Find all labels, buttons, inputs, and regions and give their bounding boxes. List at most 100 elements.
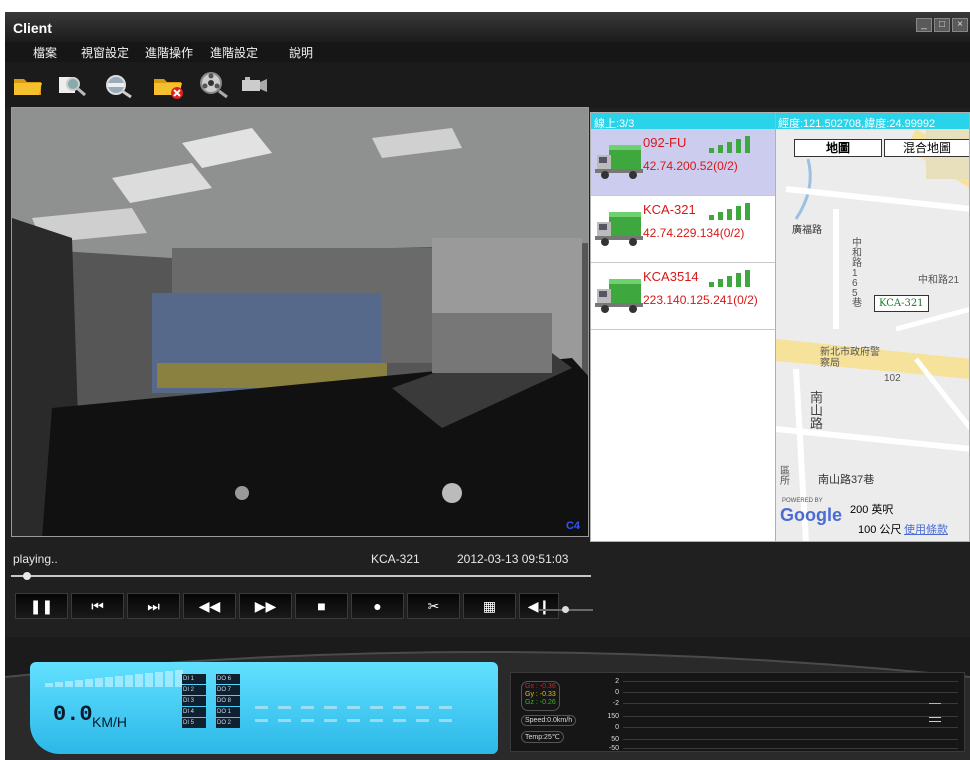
map-view[interactable]: 地圖 混合地圖 廣福路 中和路1 6 5 巷 中和路21 新北市政府警察局 10… [776, 129, 969, 541]
playback-status: playing.. KCA-321 2012-03-13 09:51:03 [11, 547, 591, 567]
lcd-dash-segment [278, 719, 291, 722]
seek-bar[interactable] [11, 571, 591, 581]
speed-bar-segment [105, 677, 113, 687]
video-view[interactable]: C4 [11, 107, 589, 537]
map-mode-button[interactable]: 地圖 [794, 139, 882, 157]
map-label-lane: 南山路37巷 [818, 474, 875, 486]
record-button[interactable]: ● [351, 593, 404, 619]
toolbar [5, 62, 970, 108]
map-scale-metric: 100 公尺 [858, 524, 902, 536]
graph-tick-label: 0 [615, 724, 619, 731]
online-count: 線上:3/3 [591, 113, 775, 130]
gsensor-readout: Gx : -0.36 Gy : -0.33 Gz : -0.26 [521, 681, 560, 711]
vehicle-name: KCA3514 [643, 269, 699, 284]
client-window: Client _ □ × 檔案 視窗設定 進階操作 進階設定 說明 C4 線上:… [5, 12, 970, 760]
lcd-dash-segment [370, 719, 383, 722]
menu-advanced-operations[interactable]: 進階操作 [145, 44, 193, 61]
graph-series-line [929, 717, 941, 718]
graph-grid-line [623, 692, 958, 693]
speed-value: 0.0 [53, 702, 93, 727]
window-title: Client [13, 20, 52, 36]
vehicle-row[interactable]: KCA-321 42.74.229.134(0/2) [591, 196, 775, 263]
close-folder-icon[interactable] [151, 69, 185, 99]
volume-handle[interactable] [562, 606, 569, 613]
speed-readout: Speed:0.0km/h [521, 715, 577, 726]
io-indicator: DI 2 [182, 685, 206, 695]
title-bar: Client _ □ × [5, 12, 970, 42]
vehicle-name: KCA-321 [643, 202, 696, 217]
seek-handle[interactable] [23, 572, 31, 580]
open-folder-icon[interactable] [11, 69, 45, 99]
truck-icon [595, 212, 643, 246]
speed-bar-segment [85, 679, 93, 687]
lcd-dash-segment [439, 719, 452, 722]
graph-grid-line [623, 727, 958, 728]
pause-button[interactable]: ❚❚ [15, 593, 68, 619]
map-label-route: 102 [884, 373, 901, 384]
speed-unit: KM/H [92, 714, 127, 730]
io-indicator: DI 1 [182, 674, 206, 684]
seek-track[interactable] [11, 575, 591, 577]
menu-help[interactable]: 說明 [289, 44, 313, 61]
search-vehicle-icon[interactable] [55, 69, 89, 99]
speed-bar-segment [135, 674, 143, 687]
vehicle-ip: 42.74.229.134(0/2) [643, 226, 745, 240]
next-button[interactable]: ⏭ [127, 593, 180, 619]
io-indicator: DO 7 [216, 685, 240, 695]
camera-icon[interactable] [237, 69, 271, 99]
camera-feed [12, 108, 588, 536]
vehicle-row[interactable]: KCA3514 223.140.125.241(0/2) [591, 263, 775, 330]
maximize-button[interactable]: □ [934, 18, 950, 32]
fast-forward-button[interactable]: ▶▶ [239, 593, 292, 619]
playback-vehicle: KCA-321 [371, 552, 420, 566]
stop-button[interactable]: ■ [295, 593, 348, 619]
lcd-dash-segment [393, 706, 406, 709]
previous-button[interactable]: ⏮ [71, 593, 124, 619]
minimize-button[interactable]: _ [916, 18, 932, 32]
video-search-icon[interactable] [197, 69, 231, 99]
layout-button[interactable]: ▦ [463, 593, 516, 619]
playback-timestamp: 2012-03-13 09:51:03 [457, 552, 569, 566]
close-button[interactable]: × [952, 18, 968, 32]
signal-strength-icon [709, 136, 750, 153]
rewind-button[interactable]: ◀◀ [183, 593, 236, 619]
map-terms-link[interactable]: 使用條款 [904, 521, 948, 537]
volume-icon[interactable]: ◀❙ [519, 593, 559, 619]
signal-strength-icon [709, 203, 750, 220]
lcd-dash-segment [393, 719, 406, 722]
vehicle-map-marker[interactable]: KCA-321 [874, 295, 929, 312]
lcd-dash-segment [301, 719, 314, 722]
speed-bar-segment [165, 671, 173, 687]
sensor-panel: Gx : -0.36 Gy : -0.33 Gz : -0.26 Speed:0… [510, 672, 965, 752]
snapshot-button[interactable]: ✂ [407, 593, 460, 619]
io-indicator: DO 6 [216, 674, 240, 684]
menu-advanced-settings[interactable]: 進階設定 [210, 44, 258, 61]
graph-tick-label: -2 [612, 700, 619, 707]
graph-tick-label: 0 [615, 689, 619, 696]
graph-grid-line [623, 748, 958, 749]
lcd-dash-segment [324, 719, 337, 722]
truck-icon [595, 145, 643, 179]
menu-file[interactable]: 檔案 [33, 44, 57, 61]
graph-grid-line [623, 703, 958, 704]
vehicle-row[interactable]: 092-FU 42.74.200.52(0/2) [591, 129, 775, 196]
settings-search-icon[interactable] [102, 69, 136, 99]
map-label-district: 區 所 [780, 466, 790, 487]
menu-window-settings[interactable]: 視窗設定 [81, 44, 129, 61]
graph-grid-line [623, 716, 958, 717]
gy-value: Gy : -0.33 [525, 691, 556, 698]
speed-bar-segment [95, 678, 103, 687]
map-panel[interactable]: 經度:121.502708,緯度:24.99992 地圖 混合地圖 廣福路 中和… [775, 112, 970, 542]
gx-value: Gx : -0.36 [525, 683, 556, 690]
graph-series-line [929, 703, 941, 704]
truck-icon [595, 279, 643, 313]
lcd-dash-segment [439, 706, 452, 709]
speed-bar-segment [115, 676, 123, 687]
map-label-road2: 中和路1 6 5 巷 [852, 238, 862, 309]
vehicle-ip: 42.74.200.52(0/2) [643, 159, 738, 173]
graph-tick-label: 50 [611, 736, 619, 743]
hybrid-map-button[interactable]: 混合地圖 [884, 139, 969, 157]
lcd-dash-segment [416, 719, 429, 722]
vehicle-ip: 223.140.125.241(0/2) [643, 293, 758, 307]
speed-bar-segment [145, 673, 153, 687]
